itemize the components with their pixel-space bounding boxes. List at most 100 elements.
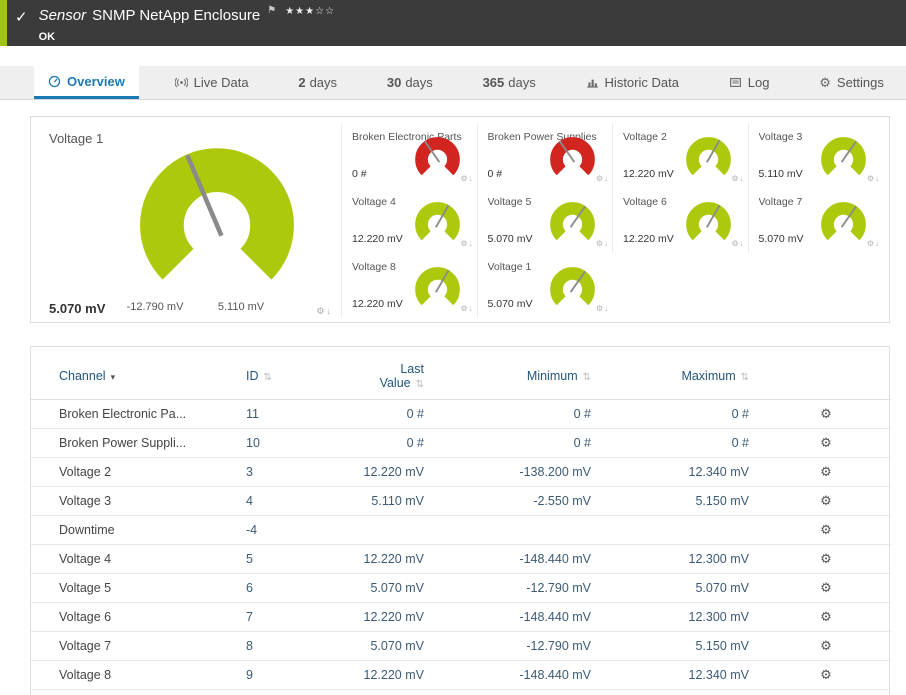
channel-settings-icon[interactable]: ⚙: [820, 464, 832, 479]
tab-live-data[interactable]: Live Data: [161, 66, 263, 99]
channel-settings-icon[interactable]: ⚙: [820, 580, 832, 595]
channel-settings-icon[interactable]: ⚙: [820, 493, 832, 508]
cell-last-value: 12.220 mV: [356, 602, 446, 632]
gauge-value: 0 #: [487, 168, 503, 180]
cell-last-value: 5.070 mV: [356, 631, 446, 661]
gauge-dial: [685, 135, 732, 187]
gauge-voltage-2: Voltage 2 12.220 mV ⚙↓: [612, 123, 748, 188]
download-icon[interactable]: ↓: [469, 304, 474, 313]
download-icon[interactable]: ↓: [604, 174, 609, 183]
table-row[interactable]: Downtime -4 ⚙: [31, 515, 891, 545]
table-row[interactable]: Broken Electronic Pa... 11 0 #0 #0 # ⚙: [31, 399, 891, 429]
cell-channel[interactable]: Voltage 7: [31, 631, 246, 661]
download-icon[interactable]: ↓: [875, 239, 880, 248]
gauge-voltage-4: Voltage 4 12.220 mV ⚙↓: [341, 188, 477, 253]
table-row[interactable]: Voltage 3 4 5.110 mV -2.550 mV 5.150 mV ⚙: [31, 486, 891, 516]
sort-icon: ⇅: [740, 372, 749, 383]
flag-icon[interactable]: ⚑: [267, 5, 276, 16]
channel-settings-icon[interactable]: ⚙: [820, 522, 832, 537]
tab-30-days[interactable]: 30 days: [373, 66, 447, 99]
gauge-value: 12.220 mV: [352, 298, 403, 310]
gauge-value: 5.070 mV: [758, 233, 804, 245]
download-icon[interactable]: ↓: [604, 239, 609, 248]
cell-id: 3: [246, 457, 356, 487]
gauge-value: 5.110 mV: [758, 168, 803, 180]
gear-icon[interactable]: ⚙: [460, 304, 468, 313]
channel-settings-icon[interactable]: ⚙: [820, 667, 832, 682]
column-header-minimum[interactable]: Minimum ⇅: [446, 353, 611, 400]
status-badge: OK: [38, 31, 56, 43]
tab-2-days[interactable]: 2 days: [284, 66, 351, 99]
tab-historic-data[interactable]: Historic Data: [572, 66, 693, 99]
cell-channel[interactable]: Voltage 2: [31, 457, 246, 487]
channel-settings-icon[interactable]: ⚙: [820, 551, 832, 566]
cell-channel[interactable]: Voltage 6: [31, 602, 246, 632]
tab-label: Overview: [67, 73, 125, 89]
gauge-value: 5.070 mV: [487, 298, 533, 310]
download-icon[interactable]: ↓: [740, 239, 745, 248]
table-row[interactable]: Voltage 6 7 12.220 mV -148.440 mV 12.300 mV ⚙: [31, 602, 891, 632]
gear-icon[interactable]: ⚙: [867, 239, 875, 248]
download-icon[interactable]: ↓: [469, 174, 474, 183]
gear-icon[interactable]: ⚙: [460, 239, 468, 248]
priority-stars[interactable]: ★★★☆☆: [285, 6, 335, 17]
download-icon[interactable]: ↓: [740, 174, 745, 183]
table-row[interactable]: Voltage 4 5 12.220 mV -148.440 mV 12.300 mV ⚙: [31, 544, 891, 574]
gear-icon[interactable]: ⚙: [867, 174, 875, 183]
cell-channel[interactable]: Voltage 5: [31, 573, 246, 603]
cell-channel[interactable]: Voltage 4: [31, 544, 246, 574]
column-header-id[interactable]: ID ⇅: [246, 353, 356, 400]
gear-icon[interactable]: ⚙: [460, 174, 468, 183]
tab-settings[interactable]: ⚙ Settings: [805, 66, 898, 99]
table-row[interactable]: Voltage 5 6 5.070 mV -12.790 mV 5.070 mV ⚙: [31, 573, 891, 603]
gear-icon[interactable]: ⚙: [731, 239, 739, 248]
gauge-value: 12.220 mV: [623, 168, 674, 180]
tab-label: days: [405, 75, 433, 90]
gauge-voltage-8: Voltage 8 12.220 mV ⚙↓: [341, 253, 477, 318]
header-text: Sensor SNMP NetApp Enclosure ⚑ ★★★☆☆ OK: [39, 5, 335, 45]
channel-settings-icon[interactable]: ⚙: [820, 435, 832, 450]
status-row: OK: [39, 27, 335, 45]
cell-channel[interactable]: Voltage 8: [31, 660, 246, 690]
gear-icon[interactable]: ⚙: [731, 174, 739, 183]
cell-channel[interactable]: Broken Electronic Pa...: [31, 399, 246, 429]
gear-icon[interactable]: ⚙: [596, 304, 604, 313]
gauge-value: 0 #: [352, 168, 367, 180]
broadcast-icon: [174, 76, 188, 89]
table-row[interactable]: Voltage 8 9 12.220 mV -148.440 mV 12.340 mV ⚙: [31, 660, 891, 690]
cell-maximum: 5.070 mV: [611, 573, 761, 603]
cell-channel[interactable]: Downtime: [31, 515, 246, 545]
channel-settings-icon[interactable]: ⚙: [820, 609, 832, 624]
gear-icon[interactable]: ⚙: [316, 306, 326, 316]
table-row[interactable]: Voltage 2 3 12.220 mV -138.200 mV 12.340 mV ⚙: [31, 457, 891, 487]
column-header-last-value[interactable]: Last Value ⇅: [356, 353, 446, 400]
cell-channel[interactable]: Voltage 3: [31, 486, 246, 516]
gauge-actions: ⚙↓: [867, 174, 880, 183]
gear-icon[interactable]: ⚙: [596, 174, 604, 183]
column-header-channel[interactable]: Channel ▾: [31, 353, 246, 400]
cell-minimum: [446, 515, 611, 545]
chart-icon: [586, 76, 599, 89]
tab-label: Live Data: [193, 75, 249, 90]
download-icon[interactable]: ↓: [327, 306, 334, 316]
gauge-dial: [685, 200, 732, 252]
cell-maximum: 0 #: [611, 428, 761, 458]
download-icon[interactable]: ↓: [469, 239, 474, 248]
gear-icon[interactable]: ⚙: [596, 239, 604, 248]
column-label: Maximum: [681, 369, 736, 383]
download-icon[interactable]: ↓: [604, 304, 609, 313]
tab-log[interactable]: Log: [715, 66, 784, 99]
table-row[interactable]: Voltage 125.070 mV-12.790 mV5.110 mV⚙: [31, 689, 891, 695]
cell-minimum: -2.550 mV: [446, 486, 611, 516]
tab-overview[interactable]: Overview: [34, 66, 139, 99]
channel-settings-icon[interactable]: ⚙: [820, 638, 832, 653]
table-row[interactable]: Voltage 7 8 5.070 mV -12.790 mV 5.150 mV ⚙: [31, 631, 891, 661]
channel-settings-icon[interactable]: ⚙: [820, 406, 832, 421]
cell-maximum: 0 #: [611, 399, 761, 429]
download-icon[interactable]: ↓: [875, 174, 880, 183]
column-header-maximum[interactable]: Maximum ⇅: [611, 353, 761, 400]
cell-channel[interactable]: Broken Power Suppli...: [31, 428, 246, 458]
tab-365-days[interactable]: 365 days: [469, 66, 550, 99]
cell-channel[interactable]: Voltage 1: [31, 689, 246, 695]
table-row[interactable]: Broken Power Suppli... 10 0 #0 #0 # ⚙: [31, 428, 891, 458]
